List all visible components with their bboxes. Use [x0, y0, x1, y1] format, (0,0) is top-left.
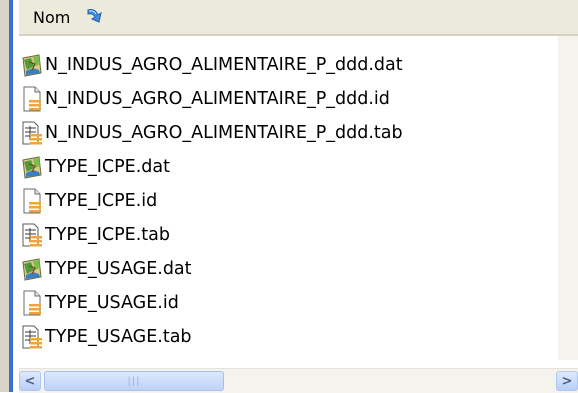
chevron-right-icon: > [561, 373, 573, 389]
file-name: TYPE_ICPE.tab [45, 225, 170, 245]
file-row[interactable]: TYPE_ICPE.tab [19, 218, 559, 252]
file-name: TYPE_ICPE.id [45, 191, 158, 211]
vertical-scroll-track[interactable] [558, 36, 578, 360]
file-name: N_INDUS_AGRO_ALIMENTAIRE_P_ddd.dat [45, 55, 403, 75]
table-file-icon [21, 120, 43, 146]
grip-icon: ||| [127, 375, 141, 387]
generic-file-icon [21, 86, 43, 112]
window-left-edge [0, 0, 19, 392]
file-name: TYPE_ICPE.dat [45, 157, 170, 177]
column-header-name[interactable]: Nom [19, 0, 578, 34]
list-header: Nom [19, 0, 578, 36]
file-row[interactable]: N_INDUS_AGRO_ALIMENTAIRE_P_ddd.id [19, 82, 559, 116]
file-name: N_INDUS_AGRO_ALIMENTAIRE_P_ddd.id [45, 89, 390, 109]
file-name: TYPE_USAGE.tab [45, 327, 192, 347]
file-name: TYPE_USAGE.id [45, 293, 179, 313]
chevron-left-icon: < [24, 373, 36, 389]
file-row[interactable]: TYPE_USAGE.tab [19, 320, 559, 354]
file-row[interactable]: N_INDUS_AGRO_ALIMENTAIRE_P_ddd.dat [19, 48, 559, 82]
table-file-icon [21, 324, 43, 350]
file-row[interactable]: TYPE_USAGE.dat [19, 252, 559, 286]
table-file-icon [21, 222, 43, 248]
scroll-right-button[interactable]: > [556, 371, 578, 391]
sort-arrow-icon [84, 6, 106, 28]
file-row[interactable]: TYPE_ICPE.dat [19, 150, 559, 184]
file-row[interactable]: N_INDUS_AGRO_ALIMENTAIRE_P_ddd.tab [19, 116, 559, 150]
scroll-thumb[interactable]: ||| [44, 371, 224, 391]
file-list: N_INDUS_AGRO_ALIMENTAIRE_P_ddd.dat N_INDU… [19, 48, 559, 354]
file-row[interactable]: TYPE_USAGE.id [19, 286, 559, 320]
map-data-file-icon [21, 256, 43, 282]
generic-file-icon [21, 290, 43, 316]
file-row[interactable]: TYPE_ICPE.id [19, 184, 559, 218]
map-data-file-icon [21, 154, 43, 180]
column-header-label: Nom [33, 7, 71, 27]
map-data-file-icon [21, 52, 43, 78]
file-name: N_INDUS_AGRO_ALIMENTAIRE_P_ddd.tab [45, 123, 403, 143]
horizontal-scrollbar[interactable]: < ||| > [19, 368, 578, 393]
generic-file-icon [21, 188, 43, 214]
file-name: TYPE_USAGE.dat [45, 259, 192, 279]
scroll-left-button[interactable]: < [19, 371, 41, 391]
